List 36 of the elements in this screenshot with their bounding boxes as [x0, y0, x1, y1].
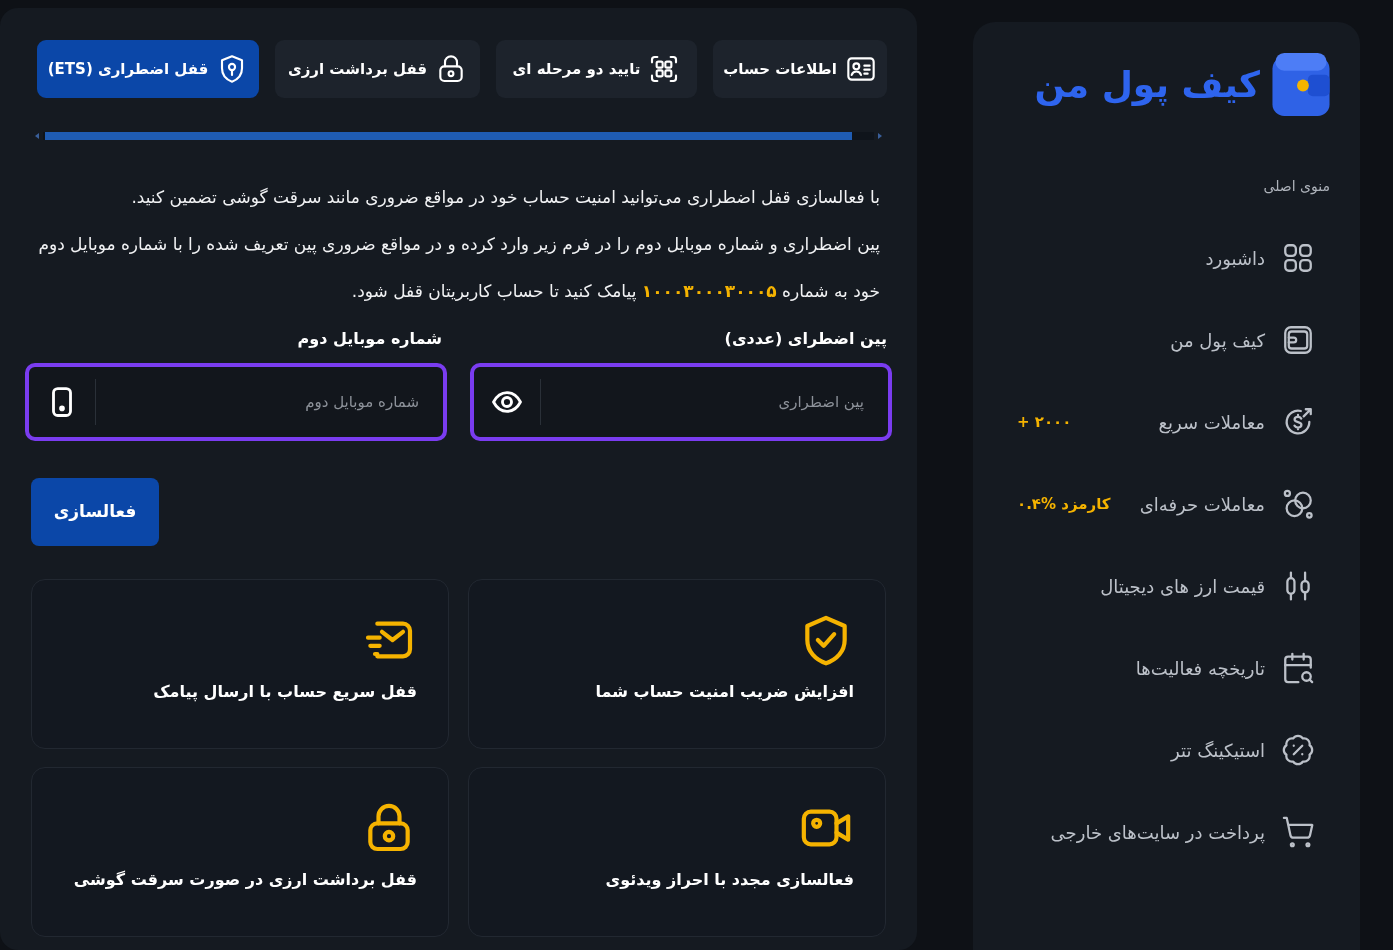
wallet-icon [1281, 323, 1315, 357]
sidebar-menu-item[interactable]: پرداخت در سایت‌های خارجی [1050, 815, 1315, 849]
feature-title: قفل سریع حساب با ارسال پیامک [153, 681, 417, 704]
horizontal-scrollbar[interactable] [35, 132, 882, 140]
promo-label: + ۲۰۰۰ [1017, 411, 1072, 433]
sidebar-menu-item[interactable]: داشبورد [1205, 241, 1315, 275]
wallet-logo-icon [1272, 53, 1330, 116]
tab[interactable]: قفل برداشت ارزی [275, 40, 480, 98]
calendar-search-icon [1281, 651, 1315, 685]
sidebar-menu-item[interactable]: استیکینگ تتر [1171, 733, 1315, 767]
input-field[interactable]: شماره موبایل دوم [25, 363, 447, 441]
cart-icon [1281, 815, 1315, 849]
section-title: منوی اصلی [1263, 177, 1330, 196]
sidebar-menu-item[interactable]: تاریخچه فعالیت‌ها [1135, 651, 1315, 685]
tab[interactable]: قفل اضطراری (ETS) [37, 40, 259, 98]
field-label: شماره موبایل دوم [297, 328, 443, 350]
field-label: پین اضطرای (عددی) [724, 328, 888, 351]
percent-badge-icon [1281, 733, 1315, 767]
input-field[interactable]: پین اضطراری [470, 363, 892, 441]
sidebar-menu-item[interactable]: معاملات حرفه‌ای [1139, 487, 1315, 521]
intro-paragraph: با فعالسازی قفل اضطراری می‌توانید امنیت حساب خود در مواقع ضروری مانند سرقت گوشی تضمین کنید. [130, 186, 881, 210]
feature-title: افزایش ضریب امنیت حساب شما [595, 681, 854, 703]
promo-label: کارمزد %۰.۴ [1017, 493, 1111, 515]
activate-button[interactable]: فعالسازی [31, 478, 159, 546]
circles-icon [1281, 487, 1315, 521]
tab[interactable]: اطلاعات حساب [713, 40, 887, 98]
sidebar-menu-item[interactable]: قیمت ارز های دیجیتال [1100, 569, 1315, 603]
text-input[interactable]: شماره موبایل دوم [96, 367, 443, 437]
text-input[interactable]: پین اضطراری [541, 367, 888, 437]
feature-title: قفل برداشت ارزی در صورت سرقت گوشی [73, 869, 417, 891]
sidebar-menu-item[interactable]: معاملات سریع [1158, 405, 1315, 439]
sidebar-menu-item[interactable]: کیف پول من [1170, 323, 1315, 357]
tab[interactable]: تایید دو مرحله ای [496, 40, 697, 98]
instruction-paragraph: پین اضطراری و شماره موبایل دوم را در فرم زیر وارد کرده و در مواقع ضروری پین تعریف شده را با شماره موبایل دوم خود به شماره ۱۰۰۰۳۰۰۰۳۰۰۰۵ پیامک کنید تا حساب کاربریتان قفل شود. [37, 233, 881, 304]
feature-title: فعالسازی مجدد با احراز ویدئوی [605, 869, 854, 891]
grid-icon [1281, 241, 1315, 275]
